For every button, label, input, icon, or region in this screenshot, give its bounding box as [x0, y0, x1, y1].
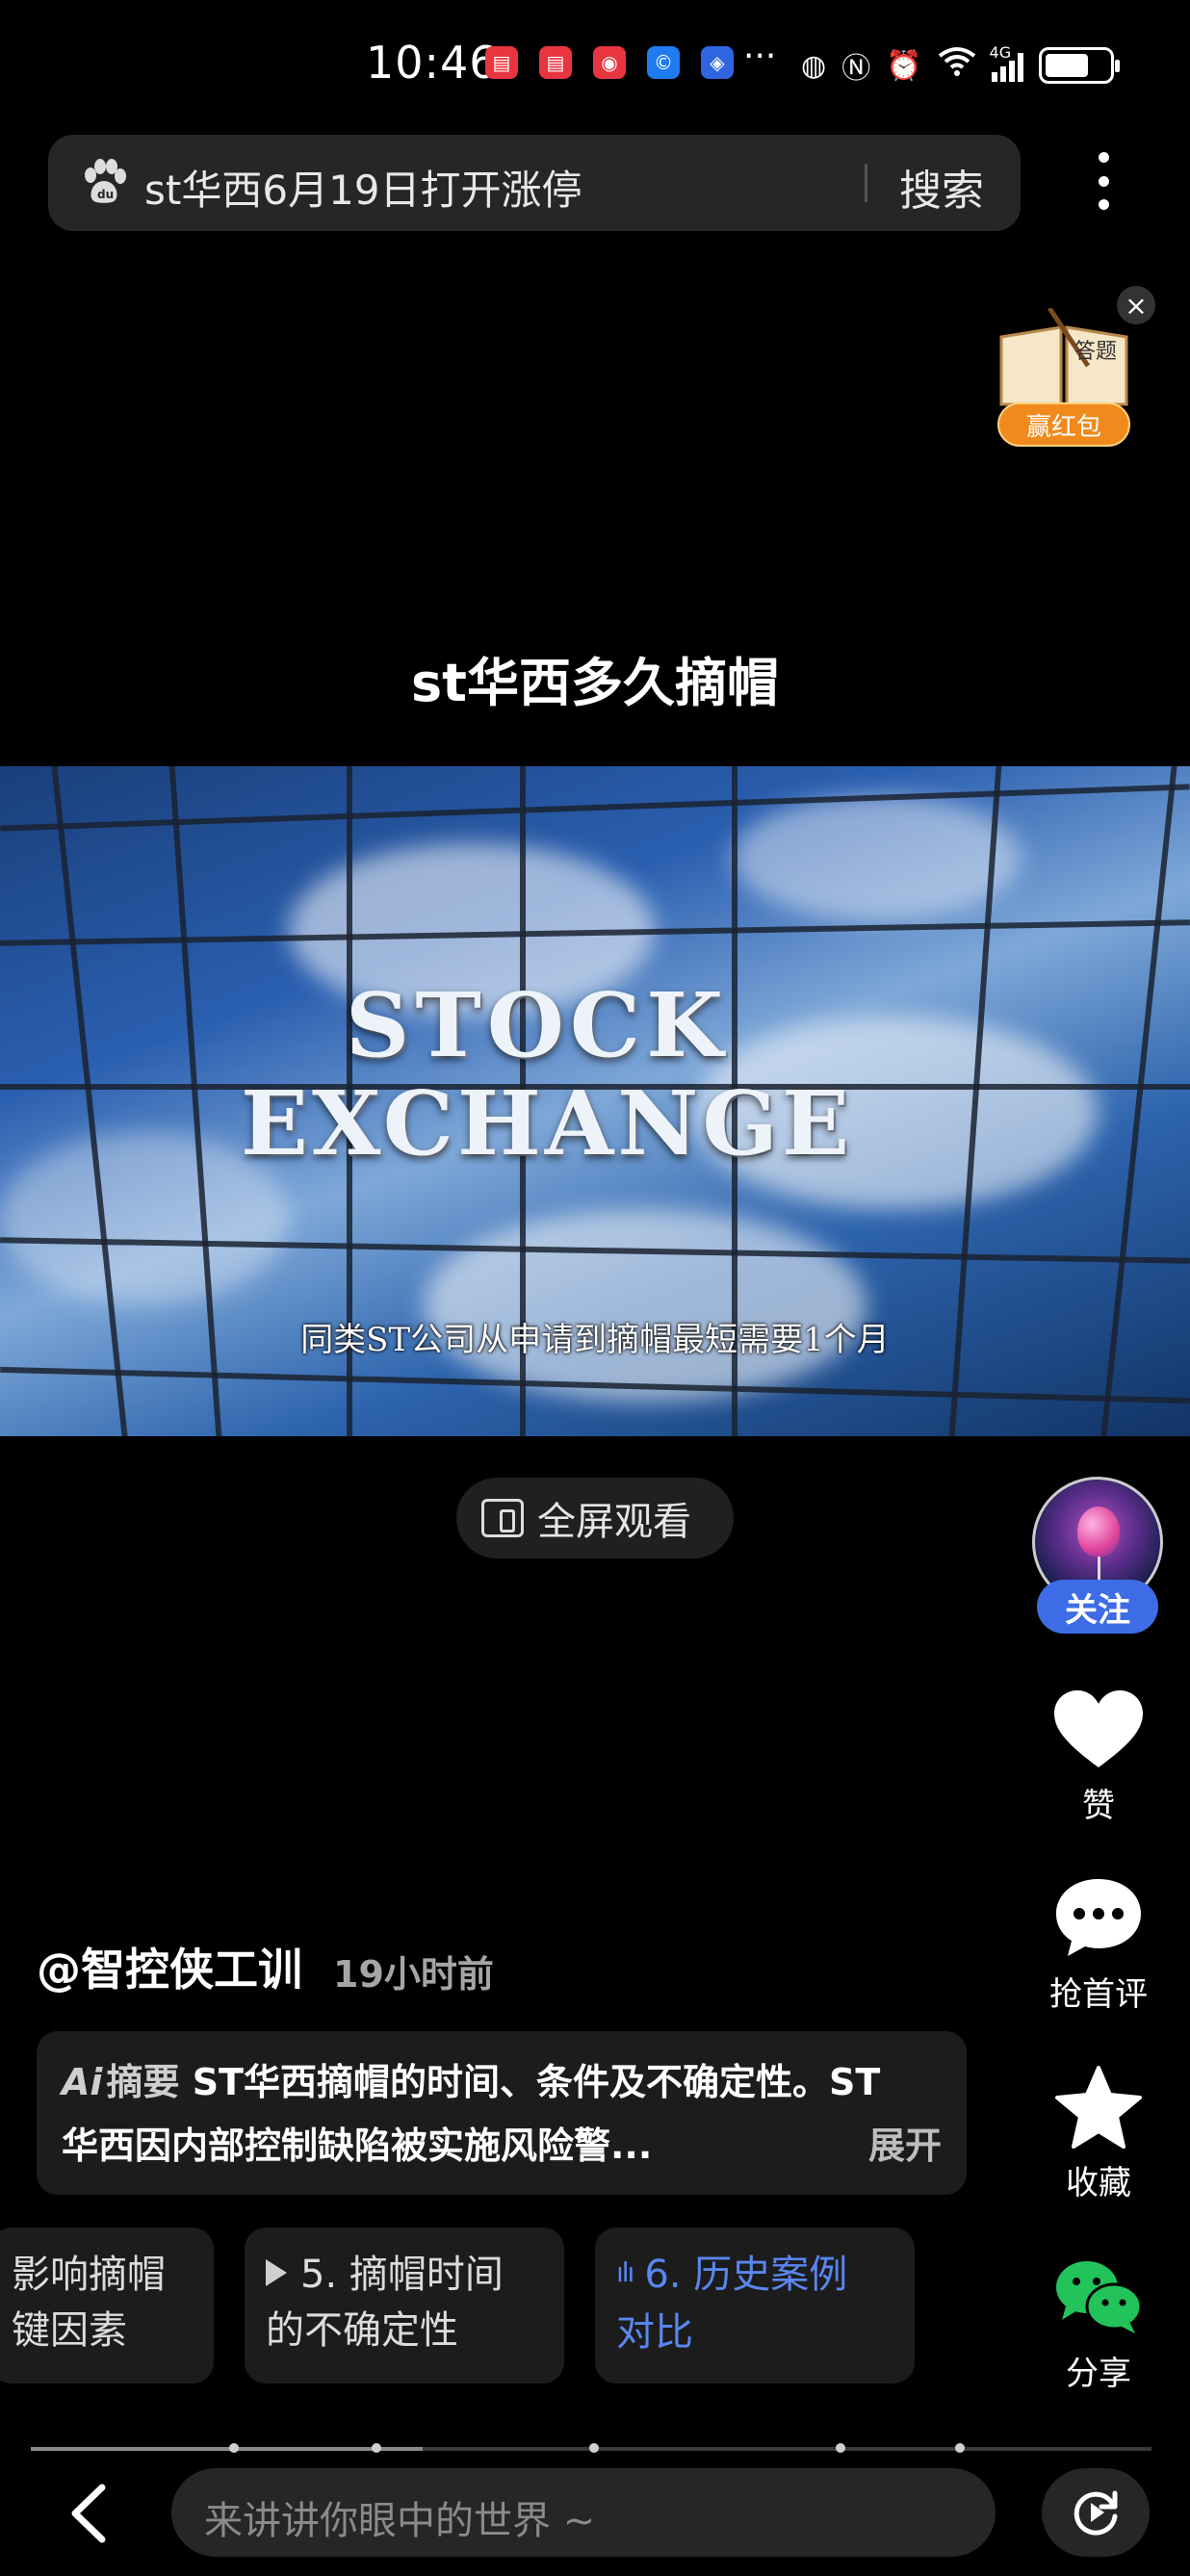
like-label: 赞: [1082, 1787, 1115, 1825]
search-input[interactable]: st华西6月19日打开涨停: [144, 158, 582, 217]
chapter-marker: [589, 2443, 599, 2453]
chapter-line: 的不确定性: [266, 2308, 458, 2353]
alarm-icon: ⏰: [886, 48, 922, 83]
progress-fill: [31, 2447, 424, 2451]
open-book-icon: 答题: [999, 306, 1128, 406]
status-bar: 10:46 ▤ ▤ ◉ © ◈ ··· ◍ Ⓝ ⏰ 4G: [0, 0, 1190, 130]
like-button[interactable]: 赞: [1036, 1688, 1161, 1826]
video-title: st华西多久摘帽: [411, 653, 779, 713]
chapter-chip[interactable]: 影响摘帽 键因素: [0, 2228, 214, 2383]
search-button[interactable]: 搜索: [899, 156, 984, 218]
star-icon: [1055, 2066, 1142, 2149]
signal-icon: 4G: [990, 43, 1023, 82]
chapter-line: 6. 历史案例: [644, 2253, 848, 2297]
author-name[interactable]: @智控侠工训: [37, 1935, 302, 1998]
wifi-icon: [938, 46, 976, 85]
rotate-screen-icon: [481, 1499, 524, 1537]
network-type: 4G: [989, 43, 1012, 62]
follow-button[interactable]: 关注: [1037, 1580, 1158, 1634]
system-icons: ◍ Ⓝ ⏰ 4G: [801, 43, 1120, 87]
chapter-chip-active[interactable]: ılı 6. 历史案例 对比: [595, 2228, 915, 2383]
wechat-icon: [1056, 2261, 1143, 2333]
fullscreen-button[interactable]: 全屏观看: [456, 1478, 734, 1558]
chapter-marker: [836, 2443, 845, 2453]
blue-c-icon: ©: [647, 46, 680, 79]
chapter-marker: [372, 2443, 381, 2453]
comment-button[interactable]: 抢首评: [1036, 1875, 1161, 2015]
replay-button[interactable]: [1042, 2468, 1150, 2557]
favorite-button[interactable]: 收藏: [1036, 2066, 1161, 2203]
summary-text-2: 华西因内部控制缺陷被实施风险警...: [62, 2125, 653, 2167]
comment-placeholder: 来讲讲你眼中的世界 ~: [204, 2499, 596, 2543]
baidu-paw-icon: du: [85, 159, 126, 203]
audio-wave-icon: ılı: [616, 2256, 634, 2288]
share-button[interactable]: 分享: [1036, 2256, 1161, 2394]
ai-summary-card[interactable]: Ai 摘要 ST华西摘帽的时间、条件及不确定性。ST 华西因内部控制缺陷被实施风险…: [37, 2031, 967, 2195]
video-scene-text: STOCK EXCHANGE: [0, 973, 1190, 1175]
comment-bubble-icon: [1056, 1879, 1141, 1956]
chapter-marker: [229, 2443, 239, 2453]
notification-icons: ▤ ▤ ◉ © ◈: [485, 46, 734, 79]
blue-shield-icon: ◈: [701, 46, 734, 79]
comment-input[interactable]: 来讲讲你眼中的世界 ~: [171, 2468, 996, 2557]
chapter-chip[interactable]: 5. 摘帽时间 的不确定性: [245, 2228, 564, 2383]
video-subtitle: 同类ST公司从申请到摘帽最短需要1个月: [300, 1321, 890, 1359]
expand-button[interactable]: 展开: [868, 2116, 942, 2169]
red-book-icon: ▤: [539, 46, 572, 79]
red-book-icon: ▤: [485, 46, 518, 79]
back-chevron-icon[interactable]: [62, 2480, 119, 2547]
summary-tag: 摘要: [106, 2061, 180, 2103]
chapter-marker: [955, 2443, 965, 2453]
video-player[interactable]: STOCK EXCHANGE 同类ST公司从申请到摘帽最短需要1个月: [0, 766, 1190, 1436]
post-time: 19小时前: [333, 1953, 494, 1996]
svg-text:du: du: [97, 188, 114, 201]
status-time: 10:46: [366, 37, 499, 89]
search-divider: [865, 164, 867, 202]
scene-line-1: STOCK: [345, 973, 730, 1077]
heart-icon: [1054, 1690, 1143, 1767]
comment-label: 抢首评: [1049, 1975, 1148, 2014]
red-target-icon: ◉: [593, 46, 626, 79]
chapter-line: 对比: [616, 2310, 693, 2355]
more-notifications-icon: ···: [743, 37, 777, 76]
summary-text-1: ST华西摘帽的时间、条件及不确定性。ST: [192, 2061, 881, 2103]
play-icon: [266, 2259, 287, 2286]
scene-line-2: EXCHANGE: [240, 1071, 854, 1175]
balloon-icon: [1077, 1507, 1120, 1557]
more-options-icon[interactable]: [1096, 152, 1111, 210]
nfc-icon: Ⓝ: [841, 52, 871, 86]
promo-book-text: 答题: [1074, 340, 1117, 364]
chapter-line: 影响摘帽: [12, 2253, 166, 2297]
promo-label[interactable]: 赢红包: [997, 402, 1130, 447]
replay-icon: [1074, 2490, 1118, 2536]
video-progress-bar[interactable]: [31, 2443, 1151, 2453]
chapter-line: 5. 摘帽时间: [300, 2253, 504, 2297]
hd-call-icon: ◍: [801, 48, 827, 83]
chapter-line: 键因素: [12, 2308, 127, 2353]
search-bar[interactable]: du st华西6月19日打开涨停 搜索: [48, 135, 1021, 231]
share-label: 分享: [1066, 2355, 1131, 2393]
favorite-label: 收藏: [1066, 2164, 1131, 2202]
battery-icon: [1038, 47, 1120, 84]
ai-icon: Ai: [62, 2061, 103, 2103]
summary-line-1: Ai 摘要 ST华西摘帽的时间、条件及不确定性。ST: [62, 2052, 880, 2105]
fullscreen-label: 全屏观看: [537, 1500, 691, 1544]
